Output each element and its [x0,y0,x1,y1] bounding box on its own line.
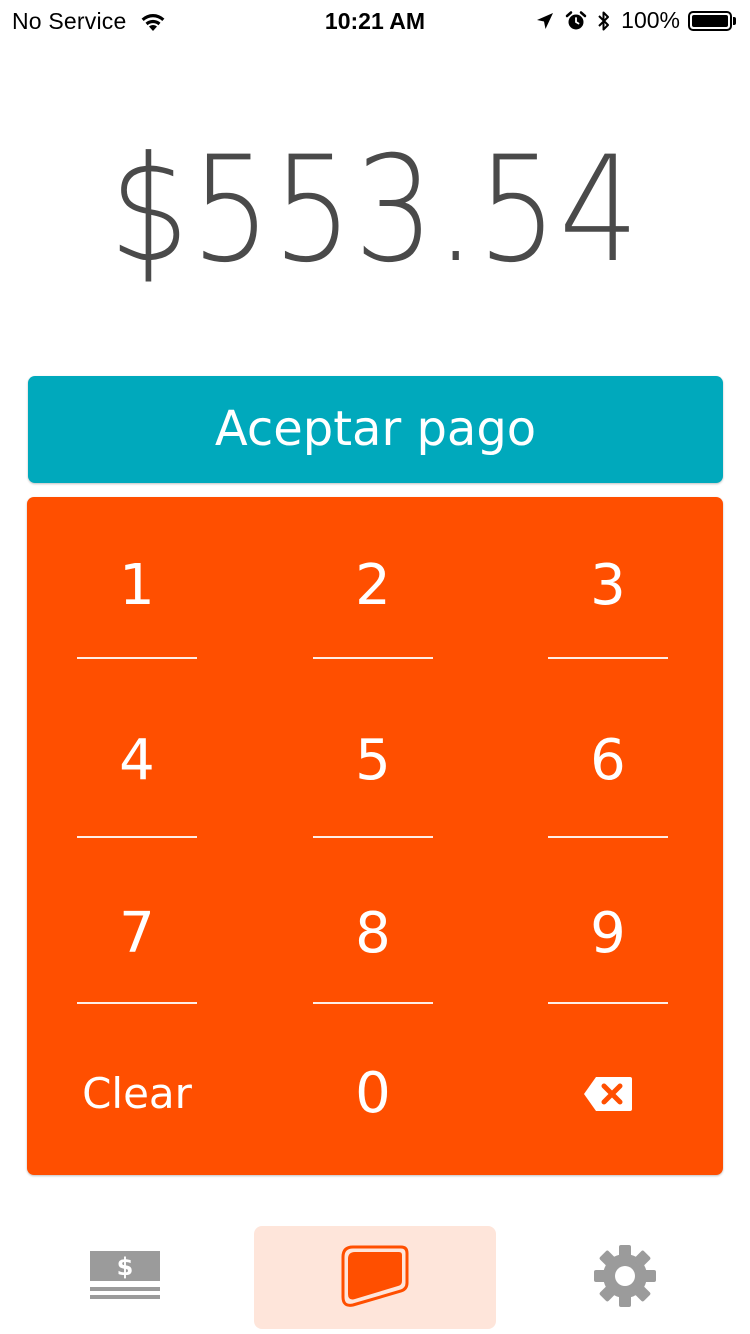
tab-cash[interactable]: $ [60,1226,190,1329]
backspace-icon [582,1062,634,1127]
clear-button[interactable]: Clear [77,1062,197,1132]
tab-card[interactable] [254,1226,496,1329]
key-divider [548,1002,668,1004]
key-1-label: 1 [119,553,155,618]
key-divider [313,657,433,659]
alarm-icon [565,10,587,32]
battery-tip [733,16,736,25]
card-icon [339,1243,411,1313]
key-3-label: 3 [590,553,626,618]
payment-screen: No Service 10:21 AM 100% $553.54 Aceptar… [0,0,750,1334]
gear-icon [592,1243,658,1313]
key-divider [548,836,668,838]
key-5-label: 5 [355,728,391,793]
key-1[interactable]: 1 [77,553,197,659]
status-bar: No Service 10:21 AM 100% [0,0,750,40]
svg-text:$: $ [117,1253,134,1281]
key-6[interactable]: 6 [548,728,668,838]
key-2-label: 2 [355,553,391,618]
key-4-label: 4 [119,728,155,793]
key-5[interactable]: 5 [313,728,433,838]
key-divider [77,657,197,659]
key-divider [313,836,433,838]
key-7-label: 7 [119,901,155,966]
bluetooth-icon [597,10,611,32]
status-right: 100% [535,7,736,34]
key-3[interactable]: 3 [548,553,668,659]
key-8[interactable]: 8 [313,901,433,1004]
battery-icon [688,10,732,31]
keypad: 1 2 3 4 5 6 7 8 9 Clear 0 [27,497,723,1175]
location-arrow-icon [535,11,555,31]
key-divider [313,1002,433,1004]
cash-icon: $ [89,1248,161,1308]
key-divider [548,657,668,659]
key-7[interactable]: 7 [77,901,197,1004]
key-6-label: 6 [590,728,626,793]
amount-display: $553.54 [109,125,641,295]
battery-percent: 100% [621,7,680,33]
key-2[interactable]: 2 [313,553,433,659]
tab-settings[interactable] [560,1226,690,1329]
battery-fill [692,14,728,27]
key-4[interactable]: 4 [77,728,197,838]
key-0[interactable]: 0 [313,1062,433,1132]
key-divider [77,836,197,838]
backspace-button[interactable] [548,1062,668,1126]
tab-bar: $ [0,1215,750,1334]
key-8-label: 8 [355,901,391,966]
accept-payment-button[interactable]: Aceptar pago [28,376,723,483]
key-divider [77,1002,197,1004]
key-9-label: 9 [590,901,626,966]
key-9[interactable]: 9 [548,901,668,1004]
